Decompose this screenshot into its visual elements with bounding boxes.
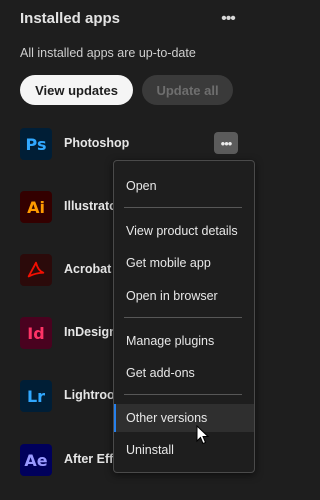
app-name: InDesign: [64, 325, 117, 339]
menu-item-get-mobile-app[interactable]: Get mobile app: [114, 249, 254, 277]
indesign-icon: Id: [20, 317, 52, 349]
page-title: Installed apps: [20, 10, 121, 27]
lightroom-icon: Lr: [20, 380, 52, 412]
update-all-button[interactable]: Update all: [142, 75, 233, 105]
after-effects-icon: Ae: [20, 444, 52, 476]
context-menu: Open View product details Get mobile app…: [113, 160, 255, 473]
photoshop-icon: Ps: [20, 128, 52, 160]
menu-item-open[interactable]: Open: [114, 172, 254, 200]
mouse-cursor-icon: [196, 424, 210, 450]
app-more-options-button[interactable]: •••: [214, 132, 238, 154]
menu-divider: [124, 317, 242, 318]
menu-item-manage-plugins[interactable]: Manage plugins: [114, 327, 254, 355]
menu-item-other-versions[interactable]: Other versions: [114, 404, 254, 432]
update-status-text: All installed apps are up-to-date: [20, 46, 196, 60]
menu-divider: [124, 207, 242, 208]
acrobat-icon: [20, 254, 52, 286]
app-name: Photoshop: [64, 136, 130, 150]
view-updates-button[interactable]: View updates: [20, 75, 133, 105]
more-options-button[interactable]: •••: [214, 8, 242, 30]
app-name: Acrobat: [64, 262, 112, 276]
menu-item-open-in-browser[interactable]: Open in browser: [114, 282, 254, 310]
illustrator-icon: Ai: [20, 191, 52, 223]
menu-item-get-add-ons[interactable]: Get add-ons: [114, 359, 254, 387]
menu-item-view-product-details[interactable]: View product details: [114, 217, 254, 245]
menu-divider: [124, 394, 242, 395]
menu-item-uninstall[interactable]: Uninstall: [114, 436, 254, 464]
